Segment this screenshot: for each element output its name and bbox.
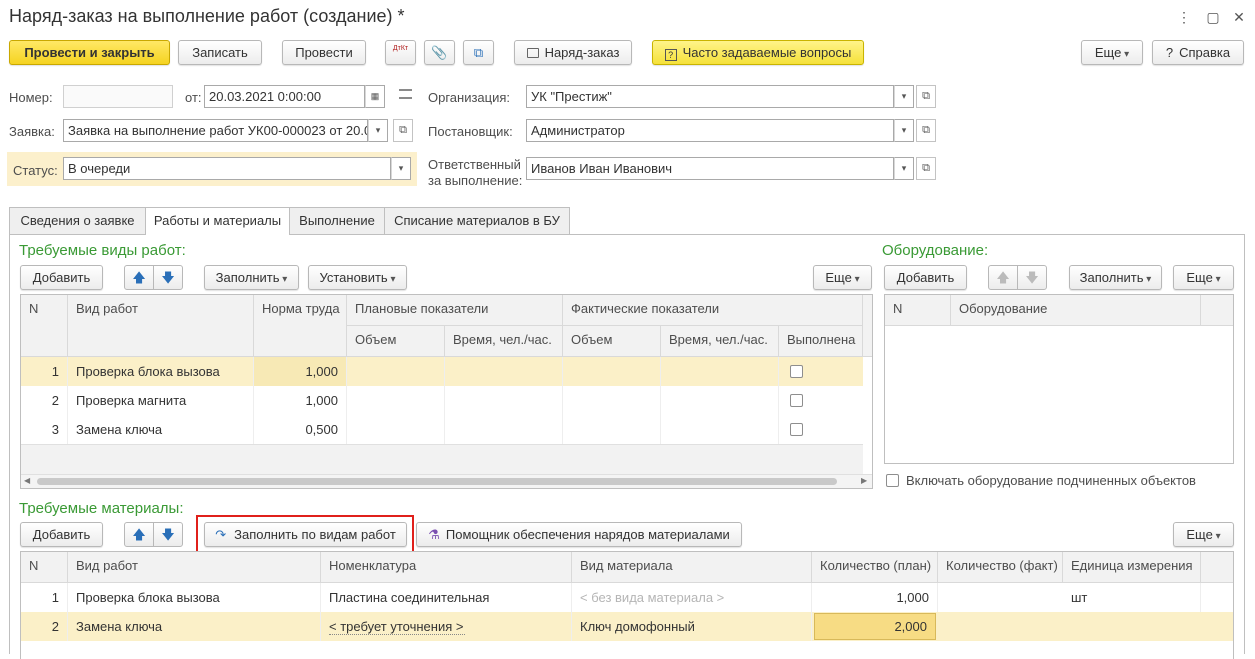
works-section-title: Требуемые виды работ: <box>19 242 186 259</box>
col-header-fact[interactable]: Фактические показатели <box>563 295 863 326</box>
col-header-plan-time[interactable]: Время, чел./час. <box>445 326 563 357</box>
wizard-icon: ⚗ <box>428 527 440 542</box>
mat-header-filler <box>1201 552 1233 583</box>
materials-more-button[interactable]: Еще <box>1173 522 1234 547</box>
row-fact-volume[interactable] <box>563 386 661 415</box>
row-plan-volume[interactable] <box>347 357 445 386</box>
assistant-label: Помощник обеспечения нарядов материалами <box>445 527 730 542</box>
row-unit[interactable]: шт <box>1063 583 1201 612</box>
equip-header-filler <box>1201 295 1233 326</box>
row-kind: Проверка магнита <box>68 386 254 415</box>
materials-table[interactable]: N Вид работ Номенклатура Вид материала К… <box>20 551 1234 659</box>
row-plan-time[interactable] <box>445 386 563 415</box>
equip-move-up-icon[interactable]: 🡅 <box>988 265 1018 290</box>
done-checkbox[interactable] <box>790 423 803 436</box>
col-header-fact-time[interactable]: Время, чел./час. <box>661 326 779 357</box>
equipment-add-button[interactable]: Добавить <box>884 265 967 290</box>
scroll-right-icon[interactable]: ▶ <box>861 476 867 485</box>
col-header-plan[interactable]: Плановые показатели <box>347 295 563 326</box>
row-kind: Проверка блока вызова <box>68 583 321 612</box>
works-table[interactable]: N Вид работ Норма труда Плановые показат… <box>20 294 873 489</box>
row-n: 2 <box>21 386 68 415</box>
table-row[interactable]: 2 Проверка магнита 1,000 <box>21 386 863 415</box>
scroll-thumb[interactable] <box>37 478 837 485</box>
row-plan-time[interactable] <box>445 357 563 386</box>
table-footer <box>21 444 863 474</box>
works-fill-button[interactable]: Заполнить <box>204 265 299 290</box>
table-row[interactable]: 3 Замена ключа 0,500 <box>21 415 863 444</box>
equipment-more-button[interactable]: Еще <box>1173 265 1234 290</box>
row-nomenclature[interactable]: < требует уточнения > <box>321 612 572 641</box>
assistant-button[interactable]: ⚗ Помощник обеспечения нарядов материалам… <box>416 522 742 547</box>
equip-col-header-n[interactable]: N <box>885 295 951 326</box>
col-header-plan-volume[interactable]: Объем <box>347 326 445 357</box>
equip-col-header-name[interactable]: Оборудование <box>951 295 1201 326</box>
row-n: 3 <box>21 415 68 444</box>
table-row[interactable]: 2 Замена ключа < требует уточнения > Клю… <box>21 612 1233 641</box>
works-hscrollbar[interactable]: ◀ ▶ <box>21 474 872 488</box>
header-filler <box>863 295 872 357</box>
mat-col-header-qty-fact[interactable]: Количество (факт) <box>938 552 1063 583</box>
row-kind: Замена ключа <box>68 415 254 444</box>
scroll-left-icon[interactable]: ◀ <box>24 476 30 485</box>
row-fact-volume[interactable] <box>563 415 661 444</box>
mat-move-down-icon[interactable]: 🡇 <box>153 522 183 547</box>
fill-by-works-label: Заполнить по видам работ <box>234 527 396 542</box>
include-sub-label: Включать оборудование подчиненных объект… <box>906 473 1196 488</box>
move-up-icon[interactable]: 🡅 <box>124 265 154 290</box>
fill-arrow-icon: ↷ <box>215 527 227 542</box>
row-plan-volume[interactable] <box>347 386 445 415</box>
materials-add-button[interactable]: Добавить <box>20 522 103 547</box>
col-header-kind[interactable]: Вид работ <box>68 295 254 357</box>
mat-col-header-unit[interactable]: Единица измерения <box>1063 552 1201 583</box>
row-kind: Замена ключа <box>68 612 321 641</box>
mat-col-header-qty-plan[interactable]: Количество (план) <box>812 552 938 583</box>
row-material-kind[interactable]: Ключ домофонный <box>572 612 812 641</box>
equipment-fill-button[interactable]: Заполнить <box>1069 265 1162 290</box>
row-fact-volume[interactable] <box>563 357 661 386</box>
row-n: 2 <box>21 612 68 641</box>
col-header-done[interactable]: Выполнена <box>779 326 863 357</box>
move-down-icon[interactable]: 🡇 <box>153 265 183 290</box>
row-fact-time[interactable] <box>661 415 779 444</box>
row-nomenclature-text: < требует уточнения > <box>329 619 466 635</box>
row-fact-time[interactable] <box>661 357 779 386</box>
table-row[interactable]: 1 Проверка блока вызова Пластина соедини… <box>21 583 1201 612</box>
col-header-norm[interactable]: Норма труда <box>254 295 347 357</box>
row-qty-plan[interactable]: 1,000 <box>812 583 938 612</box>
row-norm[interactable]: 1,000 <box>254 357 347 386</box>
col-header-fact-volume[interactable]: Объем <box>563 326 661 357</box>
table-row[interactable]: 1 Проверка блока вызова 1,000 <box>21 357 863 386</box>
done-checkbox[interactable] <box>790 365 803 378</box>
mat-col-header-n[interactable]: N <box>21 552 68 583</box>
done-checkbox[interactable] <box>790 394 803 407</box>
row-norm[interactable]: 0,500 <box>254 415 347 444</box>
mat-col-header-nomen[interactable]: Номенклатура <box>321 552 572 583</box>
include-sub-checkbox[interactable] <box>886 474 899 487</box>
col-header-n[interactable]: N <box>21 295 68 357</box>
row-plan-volume[interactable] <box>347 415 445 444</box>
works-set-button[interactable]: Установить <box>308 265 407 290</box>
equipment-section-title: Оборудование: <box>882 242 989 259</box>
works-add-button[interactable]: Добавить <box>20 265 103 290</box>
equipment-table[interactable]: N Оборудование <box>884 294 1234 464</box>
row-kind: Проверка блока вызова <box>68 357 254 386</box>
mat-col-header-kind[interactable]: Вид работ <box>68 552 321 583</box>
row-nomenclature[interactable]: Пластина соединительная <box>321 583 572 612</box>
fill-by-works-button[interactable]: ↷ Заполнить по видам работ <box>204 522 407 547</box>
mat-move-up-icon[interactable]: 🡅 <box>124 522 154 547</box>
row-n: 1 <box>21 583 68 612</box>
row-n: 1 <box>21 357 68 386</box>
row-plan-time[interactable] <box>445 415 563 444</box>
materials-section-title: Требуемые материалы: <box>19 500 184 517</box>
row-material-kind[interactable]: < без вида материала > <box>572 583 812 612</box>
mat-col-header-mat-kind[interactable]: Вид материала <box>572 552 812 583</box>
row-norm[interactable]: 1,000 <box>254 386 347 415</box>
equip-move-down-icon[interactable]: 🡇 <box>1017 265 1047 290</box>
row-fact-time[interactable] <box>661 386 779 415</box>
row-qty-plan[interactable]: 2,000 <box>814 613 936 640</box>
works-more-button[interactable]: Еще <box>813 265 872 290</box>
